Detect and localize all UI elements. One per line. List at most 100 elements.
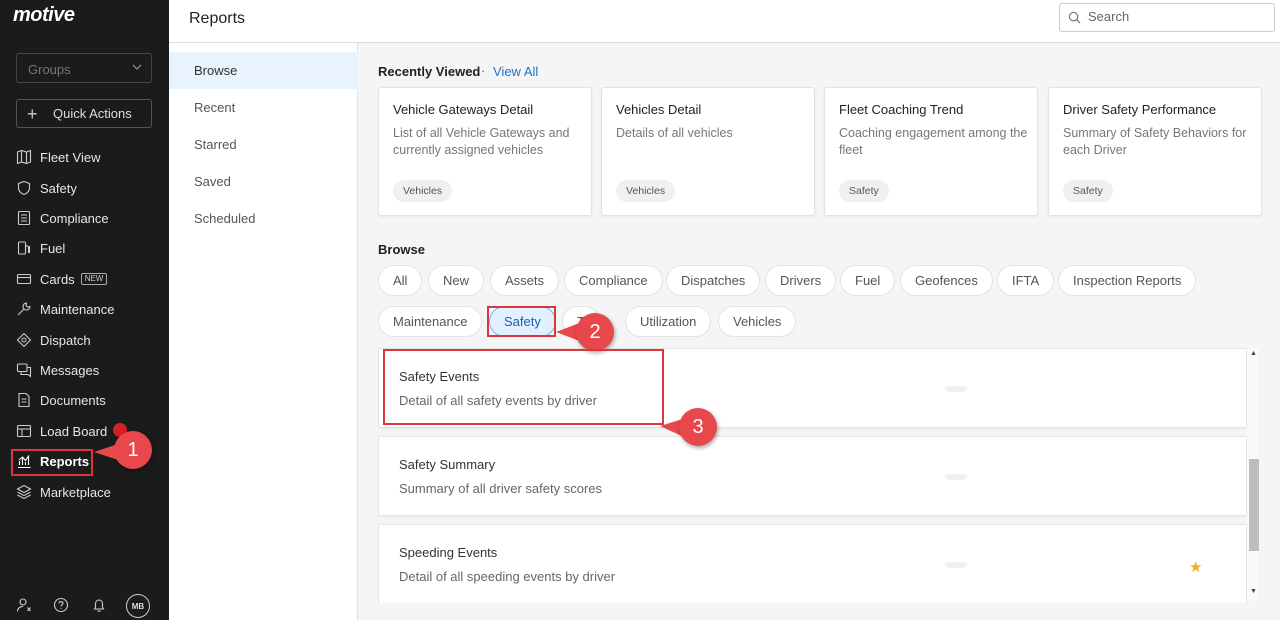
nav-label: Maintenance (40, 301, 115, 317)
card-title: Fleet Coaching Trend (839, 102, 964, 117)
subnav-saved[interactable]: Saved (169, 163, 358, 200)
help-icon[interactable] (53, 597, 69, 613)
nav-load-board[interactable]: Load Board (16, 420, 107, 442)
nav-maintenance[interactable]: Maintenance (16, 298, 114, 320)
nav-label: Marketplace (40, 484, 111, 500)
report-description: Summary of all driver safety scores (399, 481, 603, 496)
highlight-box-safety-chip (487, 306, 556, 337)
highlight-box-reports (11, 449, 93, 476)
card-tag: Vehicles (616, 180, 676, 202)
nav-documents[interactable]: Documents (16, 389, 106, 411)
header: Reports (169, 0, 1280, 43)
quick-actions-label: Quick Actions (53, 106, 132, 121)
nav-messages[interactable]: Messages (16, 359, 99, 381)
chip-utilization[interactable]: Utilization (625, 306, 712, 337)
page-title: Reports (189, 10, 246, 27)
recent-card[interactable]: Vehicles Detail Details of all vehicles … (601, 87, 815, 216)
scrollbar-thumb[interactable] (1249, 459, 1259, 551)
chip-ifta[interactable]: IFTA (997, 265, 1055, 296)
groups-select[interactable]: Groups (16, 53, 152, 83)
callout-number: 1 (127, 438, 139, 461)
report-description: Detail of all speeding events by driver (399, 569, 616, 584)
nav-label: Fleet View (40, 149, 101, 165)
card-tag: Vehicles (393, 180, 453, 202)
nav-fuel[interactable]: Fuel (16, 237, 65, 259)
card-title: Vehicles Detail (616, 102, 702, 117)
recent-card[interactable]: Fleet Coaching Trend Coaching engagement… (824, 87, 1038, 216)
nav-cards[interactable]: Cards NEW (16, 268, 108, 290)
chip-vehicles[interactable]: Vehicles (718, 306, 797, 337)
scroll-up-arrow-icon[interactable]: ▲ (1250, 350, 1257, 357)
callout-3: 3 (679, 408, 717, 446)
search-box[interactable] (1059, 3, 1275, 32)
recently-viewed-title: Recently Viewed (378, 64, 481, 79)
wrench-icon (17, 302, 31, 316)
card-description: Summary of Safety Behaviors for each Dri… (1063, 126, 1247, 157)
chip-new[interactable]: New (428, 265, 485, 296)
recent-card[interactable]: Driver Safety Performance Summary of Saf… (1048, 87, 1262, 216)
chip-dispatches[interactable]: Dispatches (666, 265, 761, 296)
user-settings-icon[interactable] (16, 597, 32, 613)
nav-safety[interactable]: Safety (16, 177, 77, 199)
callout-1-pointer (94, 444, 118, 460)
report-row[interactable]: Safety Summary Summary of all driver saf… (378, 436, 1247, 516)
shield-icon (17, 180, 31, 196)
document-list-icon (17, 210, 31, 226)
chip-compliance[interactable]: Compliance (564, 265, 663, 296)
report-placeholder-pill (945, 562, 967, 568)
card-tag: Safety (1063, 180, 1113, 202)
card-description: Coaching engagement among the fleet (839, 126, 1028, 157)
recent-card[interactable]: Vehicle Gateways Detail List of all Vehi… (378, 87, 592, 216)
nav-label: Cards (40, 271, 75, 287)
map-icon (16, 149, 32, 165)
plus-icon: + (27, 104, 38, 124)
callout-number: 2 (589, 320, 601, 343)
card-tag: Safety (839, 180, 889, 202)
nav-label: Fuel (40, 240, 66, 256)
separator-dot: · (481, 63, 486, 78)
avatar[interactable]: MB (126, 594, 150, 618)
card-icon (16, 273, 32, 285)
documents-icon (18, 392, 30, 408)
subnav-scheduled[interactable]: Scheduled (169, 200, 358, 237)
search-icon (1068, 11, 1081, 24)
subnav-browse[interactable]: Browse (169, 52, 358, 89)
scroll-down-arrow-icon[interactable]: ▼ (1250, 588, 1257, 595)
dispatch-pin-icon (16, 332, 32, 348)
nav-label: Messages (40, 362, 100, 378)
star-icon[interactable]: ★ (1189, 558, 1202, 576)
chip-all[interactable]: All (378, 265, 423, 296)
nav-compliance[interactable]: Compliance (16, 207, 109, 229)
card-title: Driver Safety Performance (1063, 102, 1217, 117)
groups-placeholder: Groups (28, 62, 71, 77)
layers-icon (16, 484, 32, 500)
view-all-link[interactable]: View All (493, 64, 538, 79)
nav-marketplace[interactable]: Marketplace (16, 481, 111, 503)
chip-assets[interactable]: Assets (490, 265, 560, 296)
search-input[interactable] (1088, 9, 1268, 24)
subnav-starred[interactable]: Starred (169, 126, 358, 163)
report-row[interactable]: Speeding Events Detail of all speeding e… (378, 524, 1247, 603)
card-description: Details of all vehicles (616, 126, 733, 140)
quick-actions-button[interactable]: + Quick Actions (16, 99, 152, 128)
nav-label: Load Board (40, 423, 108, 439)
chip-fuel[interactable]: Fuel (840, 265, 896, 296)
report-title: Safety Summary (399, 457, 496, 472)
nav-dispatch[interactable]: Dispatch (16, 329, 91, 351)
chip-maintenance[interactable]: Maintenance (378, 306, 483, 337)
reports-subnav: Browse Recent Starred Saved Scheduled (169, 43, 358, 620)
callout-number: 3 (692, 415, 704, 438)
card-title: Vehicle Gateways Detail (393, 102, 534, 117)
chip-geofences[interactable]: Geofences (900, 265, 993, 296)
chevron-down-icon (132, 64, 142, 70)
nav-fleet-view[interactable]: Fleet View (16, 146, 100, 168)
subnav-recent[interactable]: Recent (169, 89, 358, 126)
chip-inspection-reports[interactable]: Inspection Reports (1058, 265, 1197, 296)
nav-label: Documents (40, 392, 106, 408)
callout-1: 1 (114, 431, 152, 469)
bell-icon[interactable] (91, 597, 107, 613)
motive-logo[interactable]: motive (13, 4, 75, 27)
card-description: List of all Vehicle Gateways and current… (393, 126, 570, 157)
chip-drivers[interactable]: Drivers (765, 265, 837, 296)
report-title: Speeding Events (399, 545, 498, 560)
